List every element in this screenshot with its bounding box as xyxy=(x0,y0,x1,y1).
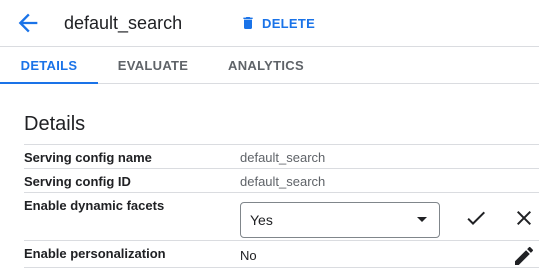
section-title: Details xyxy=(24,113,86,135)
row-value: default_search xyxy=(240,150,326,165)
delete-label: DELETE xyxy=(262,15,316,31)
tab-details[interactable]: DETAILS xyxy=(0,47,98,84)
detail-row-personalization: Enable personalization No xyxy=(24,240,539,268)
dynamic-facets-select[interactable]: Yes xyxy=(240,202,440,238)
back-button[interactable] xyxy=(14,9,42,37)
page-header: default_search DELETE xyxy=(0,0,539,46)
arrow-back-icon xyxy=(18,13,38,33)
page-title: default_search xyxy=(64,13,183,33)
row-label: Serving config ID xyxy=(24,174,131,189)
tab-evaluate[interactable]: EVALUATE xyxy=(104,47,202,84)
edit-button[interactable] xyxy=(512,244,536,268)
row-label: Serving config name xyxy=(24,150,152,165)
detail-row-serving-config-name: Serving config name default_search xyxy=(24,144,539,168)
dropdown-arrow-icon xyxy=(417,217,427,222)
confirm-button[interactable] xyxy=(464,206,488,230)
trash-icon xyxy=(243,17,253,29)
delete-button[interactable]: DELETE xyxy=(240,9,315,37)
check-icon xyxy=(467,211,485,225)
detail-row-serving-config-id: Serving config ID default_search xyxy=(24,168,539,192)
detail-row-dynamic-facets: Enable dynamic facets Yes xyxy=(24,192,539,240)
row-label: Enable dynamic facets xyxy=(24,198,165,213)
row-value: default_search xyxy=(240,174,326,189)
close-icon xyxy=(517,211,531,225)
cancel-button[interactable] xyxy=(512,206,536,230)
tab-bar: DETAILS EVALUATE ANALYTICS xyxy=(0,46,539,84)
pencil-icon xyxy=(515,246,534,265)
tab-analytics[interactable]: ANALYTICS xyxy=(216,47,316,84)
row-value: No xyxy=(240,248,257,263)
row-label: Enable personalization xyxy=(24,246,166,261)
select-value: Yes xyxy=(250,212,273,228)
